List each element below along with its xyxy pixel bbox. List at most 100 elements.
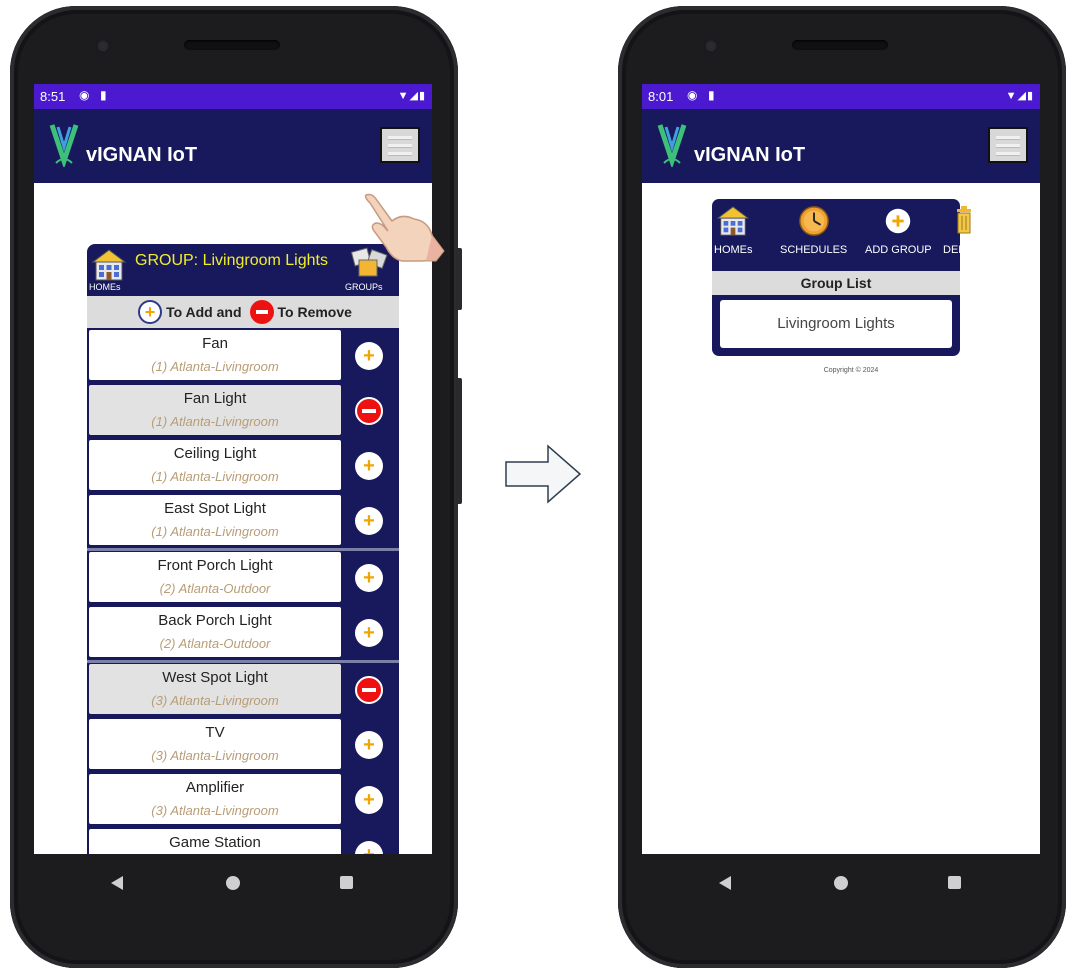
back-icon[interactable] — [719, 876, 731, 890]
add-remove-instruction-bar: + To Add and To Remove — [87, 296, 399, 328]
notification-icon: ◉ — [79, 88, 90, 102]
earpiece-speaker — [184, 40, 280, 50]
device-location: (3) Atlanta-Livingroom — [151, 693, 279, 708]
add-device-button[interactable]: + — [355, 841, 383, 854]
device-row: Back Porch Light (2) Atlanta-Outdoor + — [87, 607, 399, 661]
device-name: East Spot Light — [164, 500, 266, 517]
remove-icon — [249, 300, 274, 324]
app-bar: vIGNAN IoT — [642, 109, 1040, 183]
sd-card-icon: ▮ — [708, 88, 715, 102]
add-group-label: ADD GROUP — [865, 244, 932, 256]
schedules-label: SCHEDULES — [780, 244, 848, 256]
device-row: Fan Light (1) Atlanta-Livingroom — [87, 385, 399, 439]
copyright-text: Copyright © 2024 — [823, 367, 879, 374]
device-row: Amplifier (3) Atlanta-Livingroom + — [87, 774, 399, 828]
homes-label: HOMEs — [89, 282, 121, 292]
device-location: (2) Atlanta-Outdoor — [159, 636, 271, 651]
device-name: Back Porch Light — [158, 612, 272, 629]
add-device-button[interactable]: + — [355, 619, 383, 647]
device-location: (3) Atlanta-Livingroom — [151, 803, 279, 818]
hamburger-menu-button[interactable] — [380, 127, 420, 163]
group-edit-panel: HOMEs GROUP: Livingroom Lights GROUPs + … — [87, 244, 399, 854]
group-title: GROUP: Livingroom Lights — [135, 252, 328, 269]
device-card[interactable]: Game Station — [89, 829, 341, 854]
remove-device-button[interactable] — [355, 676, 383, 704]
device-row: Front Porch Light (2) Atlanta-Outdoor + — [87, 552, 399, 606]
device-card[interactable]: Ceiling Light (1) Atlanta-Livingroom — [89, 440, 341, 490]
device-row: Game Station + — [87, 829, 399, 854]
home-icon[interactable] — [834, 876, 848, 890]
device-card[interactable]: Fan Light (1) Atlanta-Livingroom — [89, 385, 341, 435]
device-card[interactable]: TV (3) Atlanta-Livingroom — [89, 719, 341, 769]
groups-label: GROUPs — [345, 282, 383, 292]
homes-toolbar-button[interactable]: HOMEs — [714, 205, 753, 256]
group-list-item[interactable]: Livingroom Lights — [720, 300, 952, 348]
device-row: Ceiling Light (1) Atlanta-Livingroom + — [87, 440, 399, 494]
device-name: Game Station — [169, 834, 261, 851]
add-device-button[interactable]: + — [355, 564, 383, 592]
device-location: (1) Atlanta-Livingroom — [151, 359, 279, 374]
homes-icon[interactable] — [91, 248, 127, 282]
group-toolbar-panel: HOMEs SCHEDULES ADD GROUP DELETE Group L… — [712, 199, 986, 356]
earpiece-speaker — [792, 40, 888, 50]
notification-icon: ◉ — [687, 88, 698, 102]
add-group-toolbar-button[interactable]: ADD GROUP — [865, 205, 932, 256]
right-screen: 8:01 ◉ ▮ ▼◢▮ vIGNAN IoT HOMEs SCHEDULES … — [642, 84, 1040, 854]
device-row: TV (3) Atlanta-Livingroom + — [87, 719, 399, 773]
add-device-button[interactable]: + — [355, 731, 383, 759]
device-name: TV — [205, 724, 225, 741]
android-nav-bar — [34, 854, 432, 916]
group-list-title: Group List — [712, 271, 960, 295]
device-location: (1) Atlanta-Livingroom — [151, 524, 279, 539]
device-card[interactable]: Amplifier (3) Atlanta-Livingroom — [89, 774, 341, 824]
device-card[interactable]: East Spot Light (1) Atlanta-Livingroom — [89, 495, 341, 545]
device-card[interactable]: Front Porch Light (2) Atlanta-Outdoor — [89, 552, 341, 602]
add-icon — [886, 208, 911, 234]
phone-right: 8:01 ◉ ▮ ▼◢▮ vIGNAN IoT HOMEs SCHEDULES … — [618, 6, 1066, 968]
device-location: (2) Atlanta-Outdoor — [159, 581, 271, 596]
hamburger-menu-button[interactable] — [988, 127, 1028, 163]
device-card[interactable]: Fan (1) Atlanta-Livingroom — [89, 330, 341, 380]
app-bar: vIGNAN IoT — [34, 109, 432, 183]
schedules-toolbar-button[interactable]: SCHEDULES — [780, 205, 847, 256]
device-name: Front Porch Light — [157, 557, 273, 574]
device-location: (1) Atlanta-Livingroom — [151, 469, 279, 484]
status-time: 8:01 — [648, 89, 674, 104]
app-title: vIGNAN IoT — [86, 144, 198, 166]
front-camera — [96, 39, 110, 53]
delete-label: DELETE — [943, 244, 986, 256]
status-bar: 8:01 ◉ ▮ ▼◢▮ — [642, 84, 1040, 109]
device-card[interactable]: Back Porch Light (2) Atlanta-Outdoor — [89, 607, 341, 657]
device-name: Fan Light — [183, 390, 247, 407]
app-title: vIGNAN IoT — [694, 144, 806, 166]
front-camera — [704, 39, 718, 53]
signal-battery-icon: ▼◢▮ — [1005, 90, 1034, 102]
device-name: Amplifier — [185, 779, 245, 796]
recents-icon[interactable] — [340, 876, 353, 889]
remove-instruction-text: To Remove — [277, 304, 352, 320]
vignan-logo-icon — [657, 124, 687, 167]
homes-icon — [716, 206, 750, 236]
recents-icon[interactable] — [948, 876, 961, 889]
device-name: West Spot Light — [162, 669, 268, 686]
remove-device-button[interactable] — [355, 397, 383, 425]
clock-icon — [798, 206, 829, 236]
add-device-button[interactable]: + — [355, 452, 383, 480]
device-row: Fan (1) Atlanta-Livingroom + — [87, 330, 399, 384]
back-icon[interactable] — [111, 876, 123, 890]
signal-battery-icon: ▼◢▮ — [397, 90, 426, 102]
add-device-button[interactable]: + — [355, 507, 383, 535]
add-device-button[interactable]: + — [355, 342, 383, 370]
volume-button — [456, 378, 462, 504]
delete-toolbar-button[interactable]: DELETE — [943, 205, 986, 256]
device-card[interactable]: West Spot Light (3) Atlanta-Livingroom — [89, 664, 341, 714]
device-name: Ceiling Light — [173, 445, 257, 462]
device-name: Fan — [202, 335, 228, 352]
add-icon: + — [138, 300, 163, 324]
device-location: (1) Atlanta-Livingroom — [151, 414, 279, 429]
status-bar: 8:51 ◉ ▮ ▼◢▮ — [34, 84, 432, 109]
android-nav-bar — [642, 854, 1040, 916]
home-icon[interactable] — [226, 876, 240, 890]
trash-icon — [957, 206, 972, 234]
add-device-button[interactable]: + — [355, 786, 383, 814]
